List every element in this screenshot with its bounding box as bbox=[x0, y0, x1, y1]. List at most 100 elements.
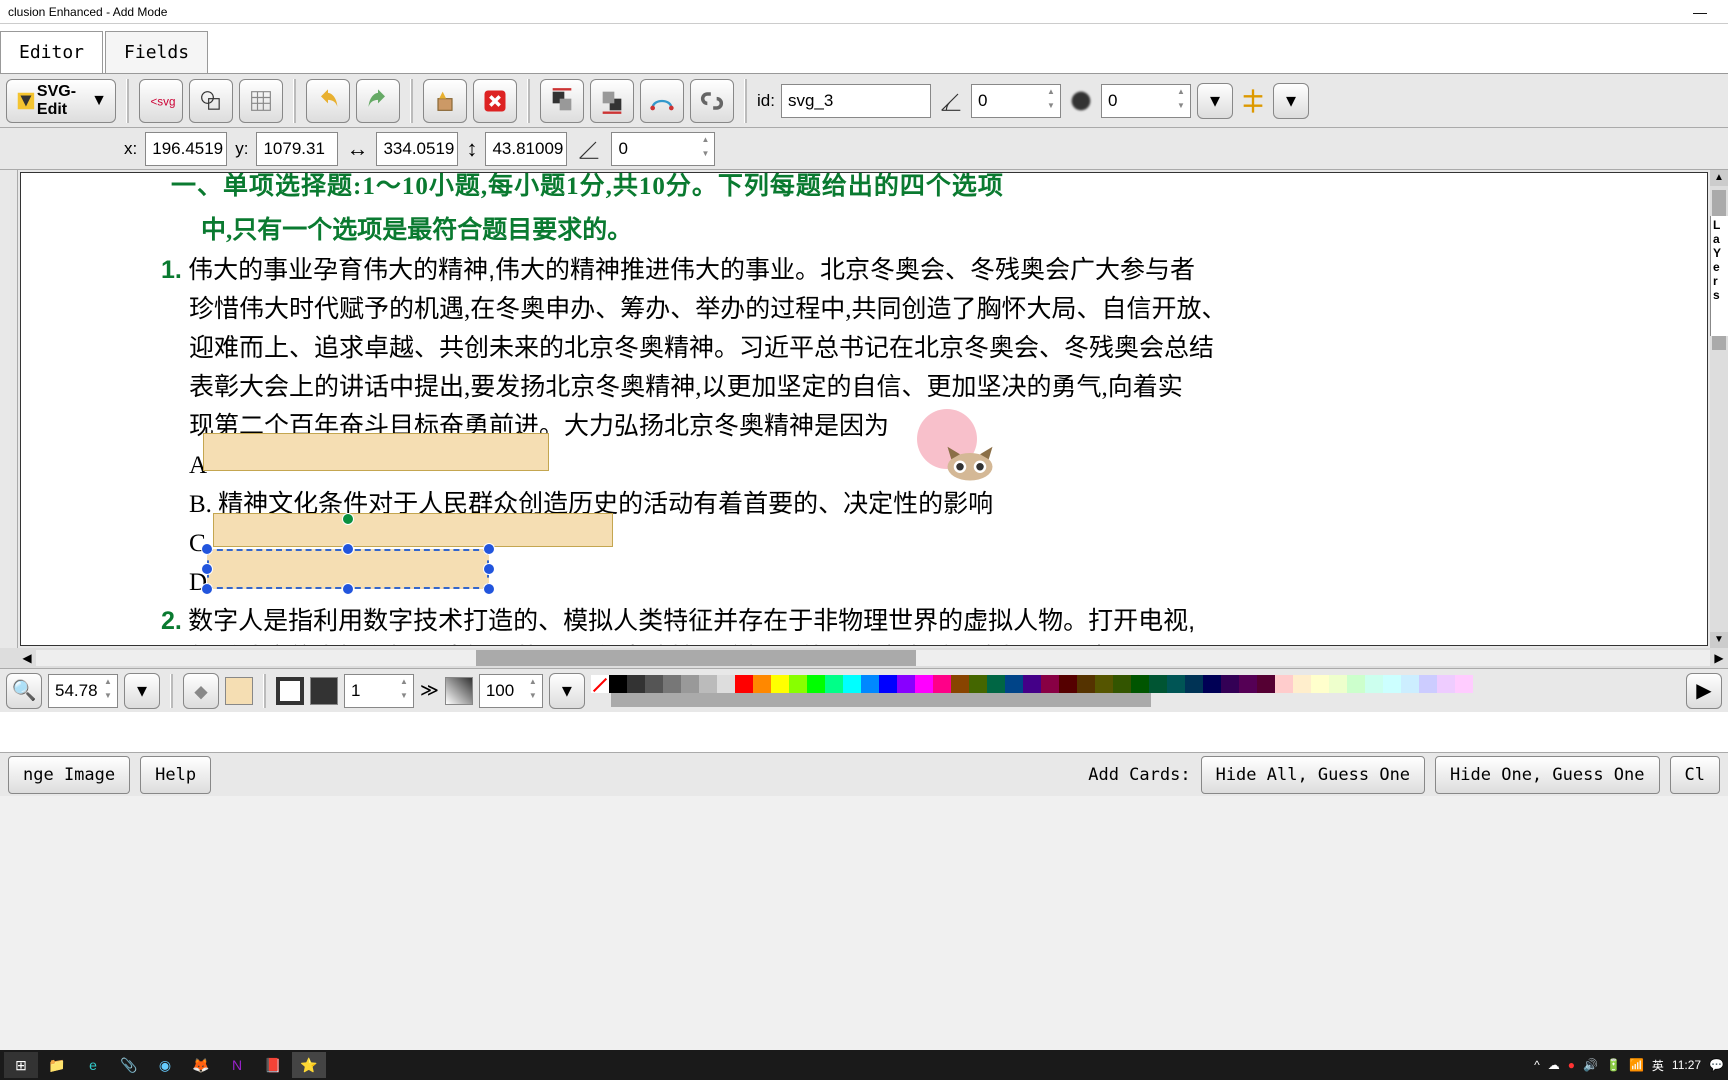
swatch[interactable] bbox=[1041, 675, 1059, 693]
swatch[interactable] bbox=[1185, 675, 1203, 693]
path-button[interactable] bbox=[640, 79, 684, 123]
rotation-field[interactable]: 0▲▼ bbox=[611, 132, 715, 166]
task-app2-icon[interactable]: ◉ bbox=[148, 1052, 182, 1078]
tab-editor[interactable]: Editor bbox=[0, 31, 103, 73]
swatch[interactable] bbox=[789, 675, 807, 693]
task-app1-icon[interactable]: 📎 bbox=[112, 1052, 146, 1078]
tray-rec-icon[interactable]: ● bbox=[1568, 1058, 1575, 1072]
zoom-dropdown[interactable]: ▾ bbox=[124, 673, 160, 709]
task-anki-icon[interactable]: ⭐ bbox=[292, 1052, 326, 1078]
svg-canvas[interactable]: 一、单项选择题:1～10小题,每小题1分,共10分。下列每题给出的四个选项 中,… bbox=[20, 172, 1708, 646]
swatch[interactable] bbox=[1293, 675, 1311, 693]
hide-one-button[interactable]: Hide One, Guess One bbox=[1435, 756, 1659, 794]
opacity-field[interactable]: 100▲▼ bbox=[479, 674, 543, 708]
swatch[interactable] bbox=[681, 675, 699, 693]
swatch[interactable] bbox=[1401, 675, 1419, 693]
swatch[interactable] bbox=[915, 675, 933, 693]
side-toolbar[interactable] bbox=[0, 170, 18, 648]
task-start-icon[interactable]: ⊞ bbox=[4, 1052, 38, 1078]
swatch[interactable] bbox=[1383, 675, 1401, 693]
swatch[interactable] bbox=[609, 675, 627, 693]
group-button[interactable] bbox=[189, 79, 233, 123]
blur-dropdown[interactable]: ▾ bbox=[1197, 83, 1233, 119]
delete-button[interactable] bbox=[473, 79, 517, 123]
swatch[interactable] bbox=[645, 675, 663, 693]
align-dropdown[interactable]: ▾ bbox=[1273, 83, 1309, 119]
help-button[interactable]: Help bbox=[140, 756, 211, 794]
swatch[interactable] bbox=[771, 675, 789, 693]
swatch-none[interactable] bbox=[591, 675, 609, 693]
swatch[interactable] bbox=[1149, 675, 1167, 693]
tray-up-icon[interactable]: ^ bbox=[1534, 1058, 1540, 1072]
swatch[interactable] bbox=[1095, 675, 1113, 693]
occlusion-rect-c[interactable] bbox=[213, 513, 613, 547]
swatch[interactable] bbox=[753, 675, 771, 693]
swatch[interactable] bbox=[807, 675, 825, 693]
swatch[interactable] bbox=[987, 675, 1005, 693]
hide-all-button[interactable]: Hide All, Guess One bbox=[1201, 756, 1425, 794]
palette-scroll-thumb[interactable] bbox=[611, 693, 1151, 707]
tray-notif-icon[interactable]: 💬 bbox=[1709, 1058, 1724, 1072]
tray-cloud-icon[interactable]: ☁ bbox=[1548, 1058, 1560, 1072]
resize-handle-w[interactable] bbox=[201, 563, 213, 575]
clone-button[interactable] bbox=[423, 79, 467, 123]
height-field[interactable]: 43.81009 bbox=[485, 132, 567, 166]
swatch[interactable] bbox=[1059, 675, 1077, 693]
swatch[interactable] bbox=[1365, 675, 1383, 693]
send-back-button[interactable] bbox=[590, 79, 634, 123]
swatch[interactable] bbox=[717, 675, 735, 693]
angle-field[interactable]: 0▲▼ bbox=[971, 84, 1061, 118]
scroll-right-button[interactable]: ▶ bbox=[1710, 651, 1728, 665]
resize-handle-s[interactable] bbox=[342, 583, 354, 595]
resize-handle-n[interactable] bbox=[342, 543, 354, 555]
minimize-button[interactable]: — bbox=[1680, 4, 1720, 20]
swatch[interactable] bbox=[933, 675, 951, 693]
stroke-color-swatch[interactable] bbox=[310, 677, 338, 705]
swatch[interactable] bbox=[897, 675, 915, 693]
tray-sound-icon[interactable]: 🔊 bbox=[1583, 1058, 1598, 1072]
scroll-down-button[interactable]: ▼ bbox=[1710, 632, 1728, 648]
stroke-width-field[interactable]: 1▲▼ bbox=[344, 674, 414, 708]
undo-button[interactable] bbox=[306, 79, 350, 123]
swatch[interactable] bbox=[699, 675, 717, 693]
task-edge-icon[interactable]: e bbox=[76, 1052, 110, 1078]
swatch[interactable] bbox=[1023, 675, 1041, 693]
resize-handle-nw[interactable] bbox=[201, 543, 213, 555]
swatch[interactable] bbox=[1077, 675, 1095, 693]
resize-handle-e[interactable] bbox=[483, 563, 495, 575]
fill-tool-button[interactable] bbox=[183, 673, 219, 709]
swatch[interactable] bbox=[1113, 675, 1131, 693]
horizontal-scrollbar[interactable]: ◀ ▶ bbox=[0, 648, 1728, 668]
swatch[interactable] bbox=[1131, 675, 1149, 693]
zoom-tool-icon[interactable]: 🔍 bbox=[6, 673, 42, 709]
swatch[interactable] bbox=[1419, 675, 1437, 693]
task-onenote-icon[interactable]: N bbox=[220, 1052, 254, 1078]
swatch[interactable] bbox=[861, 675, 879, 693]
swatch[interactable] bbox=[663, 675, 681, 693]
redo-button[interactable] bbox=[356, 79, 400, 123]
swatch[interactable] bbox=[627, 675, 645, 693]
hscroll-thumb[interactable] bbox=[476, 650, 916, 666]
tray-ime[interactable]: 英 bbox=[1652, 1057, 1664, 1074]
task-pdf-icon[interactable]: 📕 bbox=[256, 1052, 290, 1078]
swatch[interactable] bbox=[1275, 675, 1293, 693]
stroke-style-swatch[interactable] bbox=[276, 677, 304, 705]
y-field[interactable]: 1079.31 bbox=[256, 132, 338, 166]
swatch[interactable] bbox=[1005, 675, 1023, 693]
system-tray[interactable]: ^ ☁ ● 🔊 🔋 📶 英 11:27 💬 bbox=[1534, 1057, 1724, 1074]
swatch[interactable] bbox=[1311, 675, 1329, 693]
rotate-handle[interactable] bbox=[342, 513, 354, 525]
width-field[interactable]: 334.0519 bbox=[376, 132, 458, 166]
blur-field[interactable]: 0▲▼ bbox=[1101, 84, 1191, 118]
fill-color-swatch[interactable] bbox=[225, 677, 253, 705]
swatch[interactable] bbox=[1347, 675, 1365, 693]
task-firefox-icon[interactable]: 🦊 bbox=[184, 1052, 218, 1078]
x-field[interactable]: 196.4519 bbox=[145, 132, 227, 166]
swatch[interactable] bbox=[1437, 675, 1455, 693]
opacity-swatch[interactable] bbox=[445, 677, 473, 705]
swatch[interactable] bbox=[951, 675, 969, 693]
swatch[interactable] bbox=[969, 675, 987, 693]
zoom-field[interactable]: 54.78▲▼ bbox=[48, 674, 118, 708]
swatch[interactable] bbox=[1257, 675, 1275, 693]
tray-battery-icon[interactable]: 🔋 bbox=[1606, 1058, 1621, 1072]
